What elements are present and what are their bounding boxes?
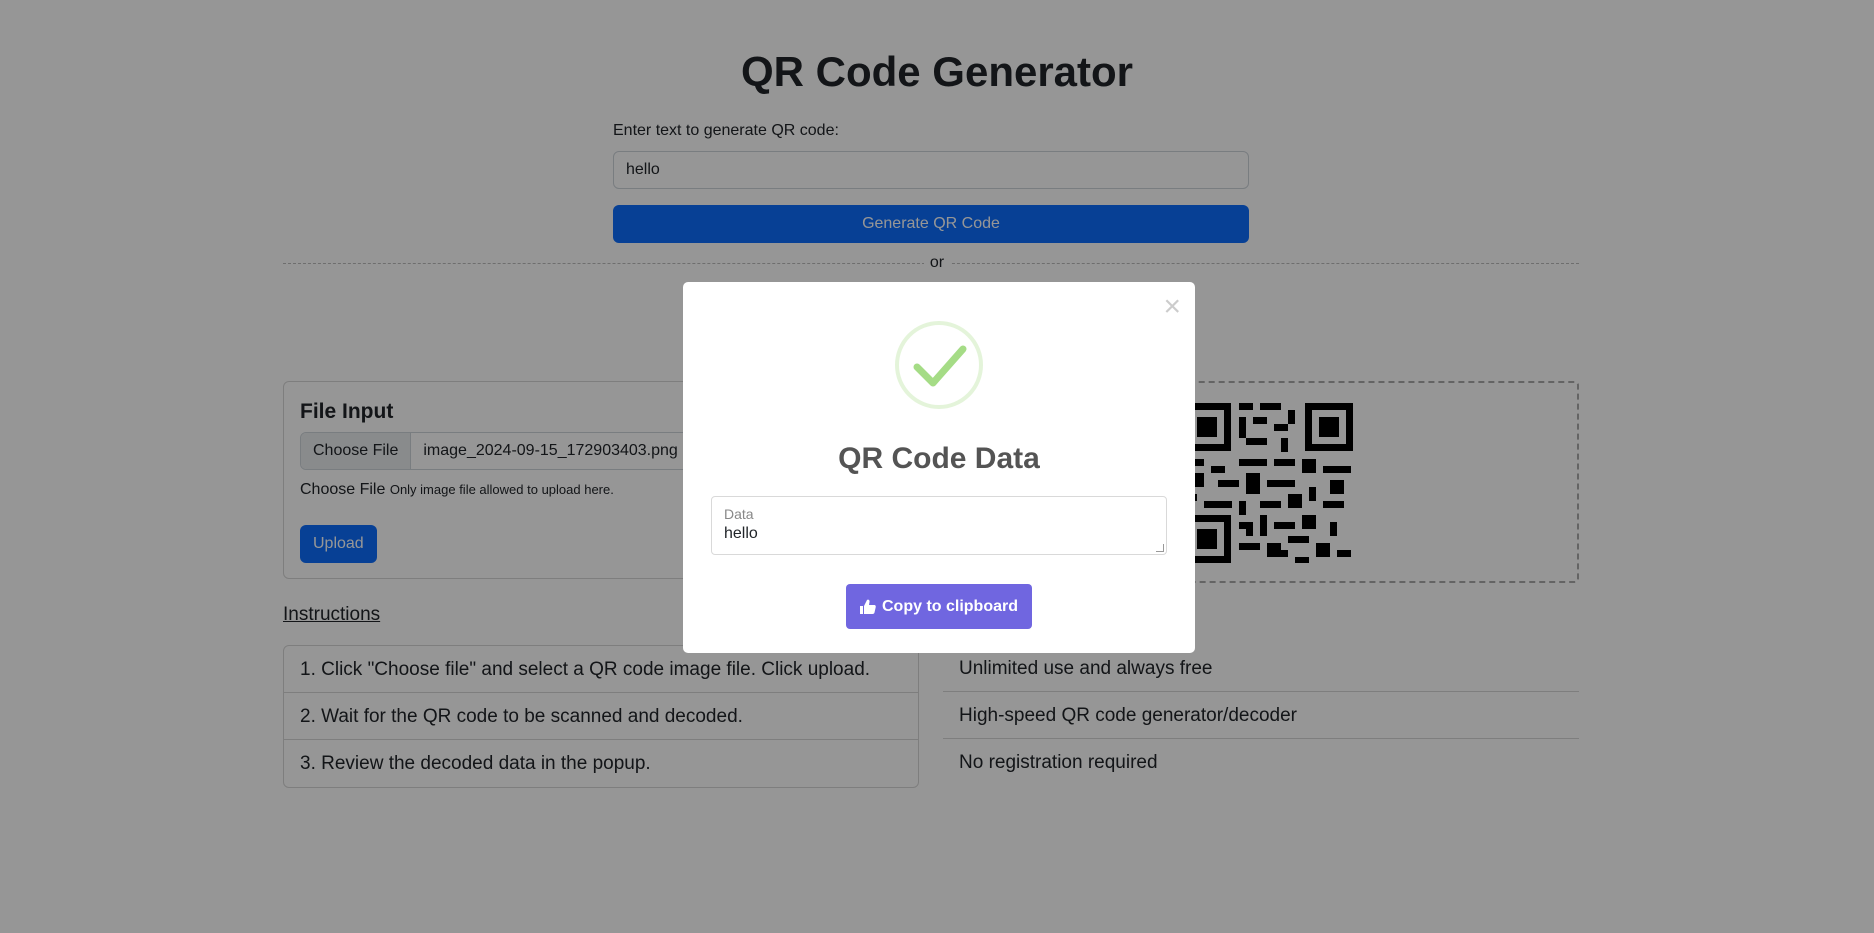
thumbs-up-icon — [860, 599, 876, 614]
modal-title: QR Code Data — [838, 442, 1040, 475]
copy-to-clipboard-button[interactable]: Copy to clipboard — [846, 584, 1032, 629]
data-textarea[interactable]: Data hello — [711, 496, 1167, 555]
data-field-label: Data — [724, 506, 754, 522]
qr-data-modal: × QR Code Data Data hello Copy to clipbo… — [683, 282, 1195, 653]
resize-handle-icon[interactable] — [1156, 544, 1164, 552]
success-check-icon — [895, 321, 983, 409]
data-field-value: hello — [724, 525, 758, 542]
copy-button-label: Copy to clipboard — [882, 597, 1018, 615]
close-icon[interactable]: × — [1163, 292, 1181, 322]
